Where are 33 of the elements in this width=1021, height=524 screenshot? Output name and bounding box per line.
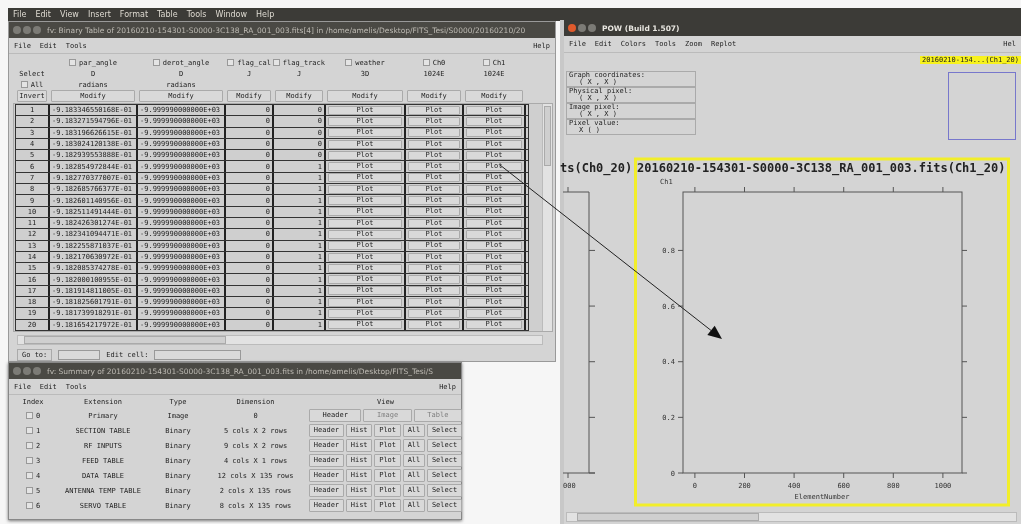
- checkbox[interactable]: [25, 426, 33, 434]
- checkbox[interactable]: [20, 81, 28, 88]
- close-icon[interactable]: [568, 24, 576, 32]
- checkbox[interactable]: [345, 59, 353, 66]
- checkbox[interactable]: [25, 501, 33, 509]
- checkbox[interactable]: [25, 486, 33, 494]
- horizontal-scrollbar[interactable]: [566, 512, 1017, 522]
- edit-cell-field[interactable]: [154, 350, 242, 360]
- preview-box: [948, 72, 1016, 140]
- menu-item[interactable]: Help: [256, 10, 275, 19]
- checkbox[interactable]: [25, 471, 33, 479]
- checkbox[interactable]: [152, 59, 160, 66]
- checkbox[interactable]: [25, 456, 33, 464]
- checkbox[interactable]: [422, 59, 430, 66]
- menu-item[interactable]: File: [13, 10, 27, 19]
- checkbox[interactable]: [273, 59, 280, 66]
- menu-item[interactable]: Format: [119, 10, 149, 19]
- menu-item[interactable]: Window: [215, 10, 247, 19]
- vertical-scrollbar[interactable]: [542, 104, 552, 332]
- menu-item[interactable]: Insert: [87, 10, 111, 19]
- menu-item[interactable]: Tools: [186, 10, 207, 19]
- menu-item[interactable]: Table: [157, 10, 178, 19]
- chart-title: 20160210-154301-S0000-3C138_RA_001_003.fits(Ch1_20): [637, 161, 1006, 175]
- menu-item[interactable]: Edit: [35, 10, 51, 19]
- menu-item[interactable]: View: [59, 10, 79, 19]
- checkbox[interactable]: [69, 59, 77, 66]
- checkbox[interactable]: [25, 441, 33, 449]
- graph-title: ts(Ch0_20): [560, 161, 632, 175]
- checkbox[interactable]: [482, 59, 490, 66]
- goto-field[interactable]: [58, 350, 101, 360]
- checkbox[interactable]: [227, 59, 235, 66]
- checkbox[interactable]: [25, 411, 33, 419]
- horizontal-scrollbar[interactable]: [17, 335, 543, 345]
